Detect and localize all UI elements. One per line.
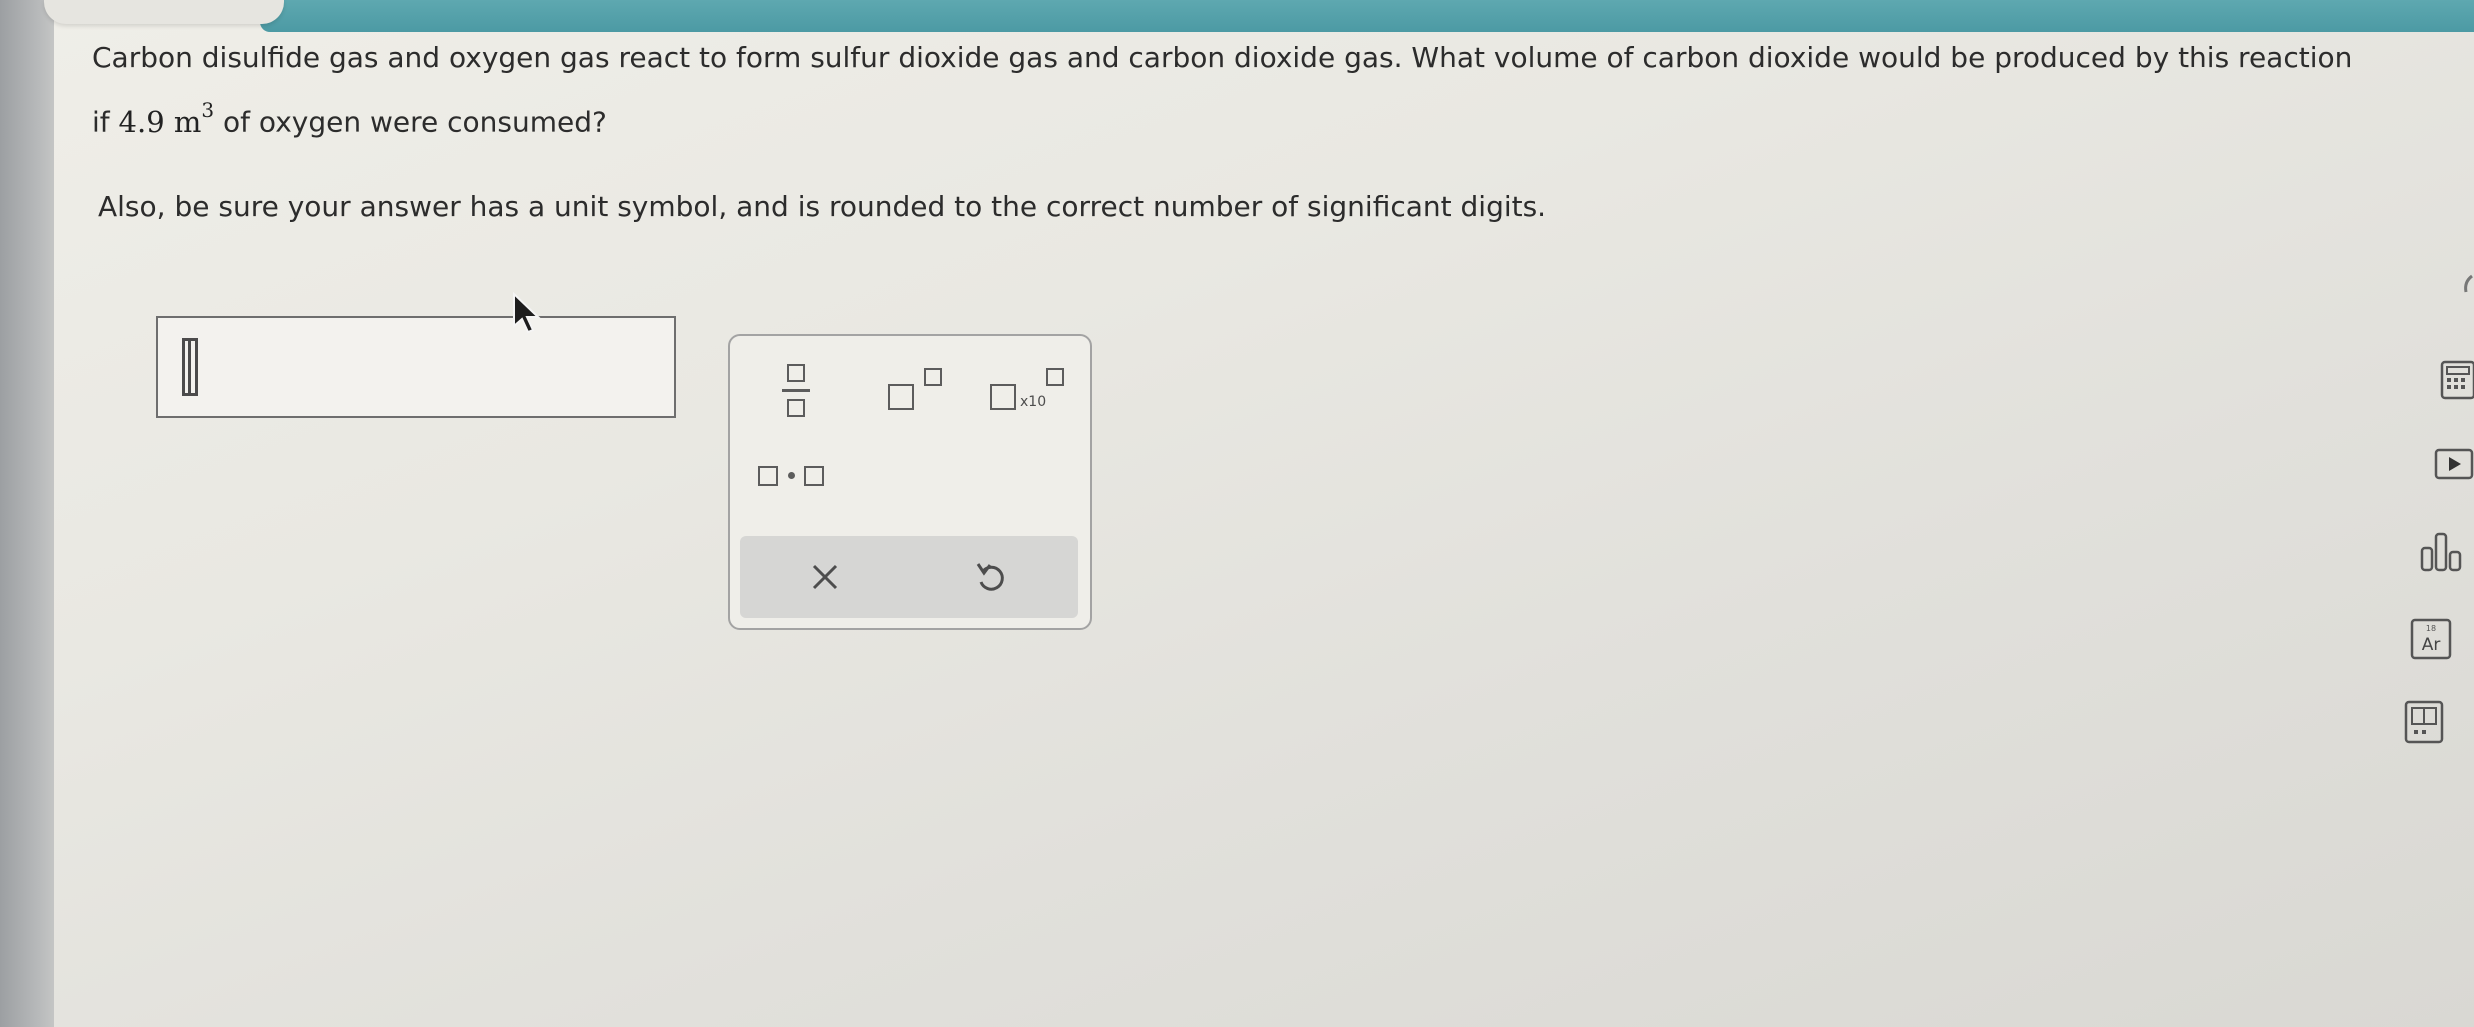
question-text: Carbon disulfide gas and oxygen gas reac…: [92, 30, 2432, 151]
video-button[interactable]: [2434, 448, 2474, 484]
input-placeholder-box: [182, 338, 198, 396]
question-line-1: Carbon disulfide gas and oxygen gas reac…: [92, 41, 2353, 74]
instructions-text: Also, be sure your answer has a unit sym…: [98, 190, 1547, 223]
data-button[interactable]: [2420, 532, 2464, 576]
reference-icon: [2404, 700, 2444, 744]
question-prefix: if: [92, 105, 110, 139]
video-icon: [2434, 448, 2474, 480]
svg-text:18: 18: [2426, 624, 2436, 633]
calculator-icon: [2440, 360, 2474, 400]
scientific-notation-button[interactable]: x10: [990, 366, 1066, 416]
undo-icon: [976, 563, 1004, 591]
exponent-button[interactable]: [888, 366, 948, 416]
screen: [54, 0, 2474, 1027]
quantity-value: 4.9: [118, 104, 165, 139]
clear-button[interactable]: [800, 552, 850, 602]
x10-label: x10: [1020, 394, 1047, 410]
menu-tab[interactable]: [44, 0, 284, 24]
periodic-table-icon: 18 Ar: [2410, 618, 2452, 660]
fraction-button[interactable]: [782, 362, 810, 420]
multiplication-dot-button[interactable]: [758, 458, 826, 494]
svg-text:Ar: Ar: [2422, 635, 2441, 655]
question-suffix: of oxygen were consumed?: [223, 105, 607, 139]
top-bar: [260, 0, 2474, 32]
bar-chart-icon: [2420, 532, 2462, 572]
close-icon: [812, 564, 838, 590]
undo-button[interactable]: [966, 552, 1016, 602]
quantity-unit: m: [173, 104, 202, 139]
reference-button[interactable]: [2404, 700, 2444, 748]
question-line-2: if 4.9 m3 of oxygen were consumed?: [92, 86, 2432, 151]
math-toolbox: x10: [728, 334, 1092, 630]
mouse-cursor-icon: [513, 292, 541, 334]
screen-bezel: [0, 0, 56, 1027]
quantity-exponent: 3: [201, 98, 215, 122]
quantity: 4.9 m3: [118, 98, 215, 139]
toolbox-actions: [740, 536, 1078, 618]
side-toolbar: 18 Ar: [2400, 260, 2474, 780]
answer-input[interactable]: [156, 316, 676, 418]
calculator-button[interactable]: [2440, 360, 2474, 404]
periodic-table-button[interactable]: 18 Ar: [2410, 618, 2452, 664]
